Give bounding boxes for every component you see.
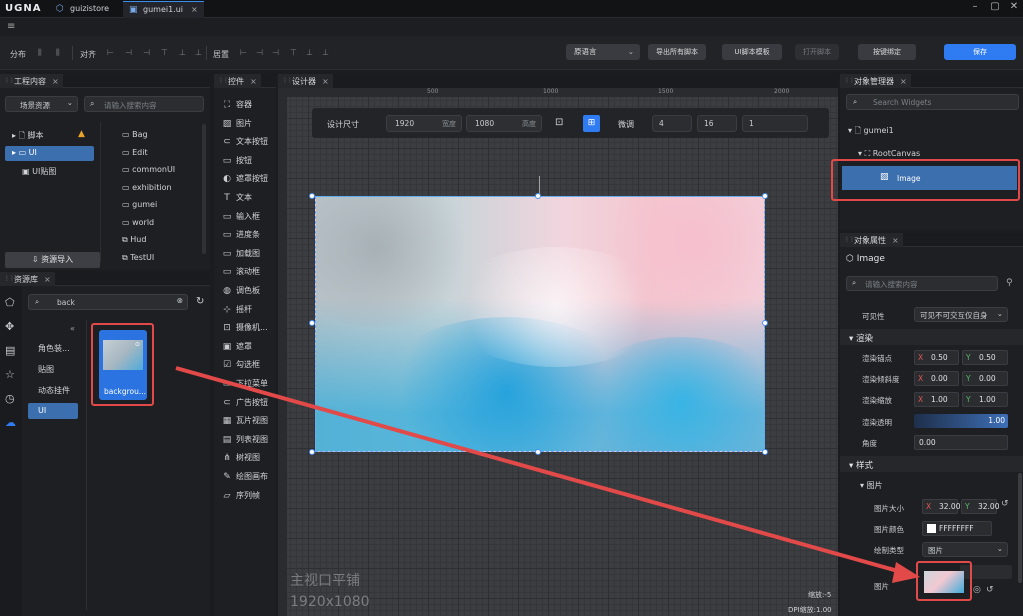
annotation-arrow [175, 366, 920, 583]
arrow-head [892, 562, 920, 583]
arrow-line [175, 366, 906, 575]
